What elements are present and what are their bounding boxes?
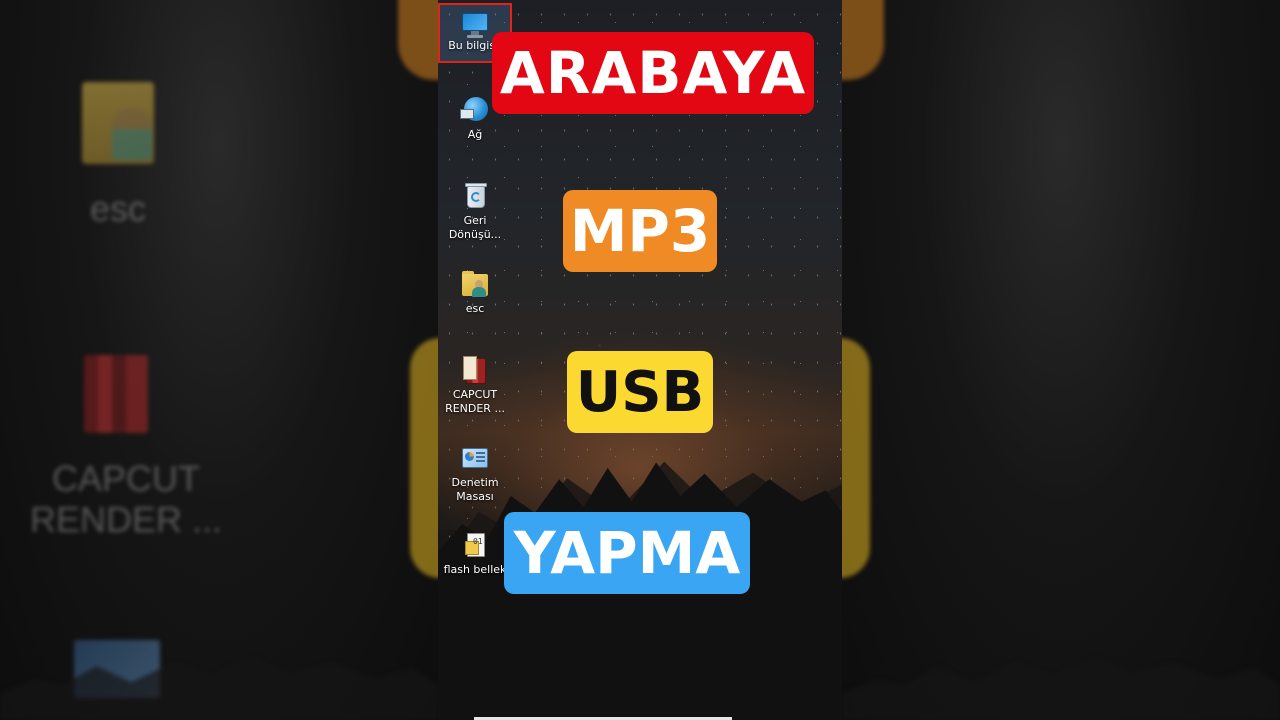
desktop-icon-label: flash bellek <box>443 563 507 576</box>
text-file-icon: 01 <box>459 529 491 561</box>
desktop-icon-label: Denetim Masası <box>451 476 499 504</box>
desktop-icon-esc[interactable]: esc <box>438 268 512 316</box>
desktop-icon-control-panel[interactable]: Denetim Masası <box>438 442 512 505</box>
blurred-yellow-shape <box>410 338 438 578</box>
blurred-orange-shape <box>398 0 438 80</box>
desktop-icon-label: Ağ <box>467 128 483 141</box>
network-icon <box>459 94 491 126</box>
blurred-mountain <box>842 657 1280 720</box>
desktop-icon-label: esc <box>465 302 485 315</box>
user-folder-icon <box>459 268 491 300</box>
blurred-archive-icon <box>84 355 148 433</box>
caption-arabaya: ARABAYA <box>492 32 814 114</box>
caption-mp3: MP3 <box>563 190 717 272</box>
desktop-icon-capcut-render[interactable]: CAPCUT RENDER ... <box>438 354 512 417</box>
desktop-icon-label: CAPCUT RENDER ... <box>445 388 505 416</box>
blurred-yellow-shape <box>842 338 870 578</box>
blurred-user-icon <box>112 108 152 160</box>
blurred-label-esc: esc <box>90 188 147 229</box>
caption-usb: USB <box>567 351 713 433</box>
control-panel-icon <box>459 442 491 474</box>
blurred-label-capcut: CAPCUT RENDER ... <box>30 458 223 541</box>
computer-icon <box>459 9 491 38</box>
desktop-icon-recycle-bin[interactable]: Geri Dönüşü... <box>438 180 512 243</box>
blurred-orange-shape <box>842 0 884 80</box>
desktop-icon-flash-bellek[interactable]: 01 flash bellek <box>438 529 512 577</box>
blurred-background-right <box>842 0 1280 720</box>
blurred-mountain <box>0 657 438 720</box>
winrar-archive-icon <box>459 354 491 386</box>
caption-yapma: YAPMA <box>504 512 750 594</box>
recycle-bin-icon <box>459 180 491 212</box>
desktop-icon-label: Geri Dönüşü... <box>448 214 502 242</box>
blurred-background-left: esc CAPCUT RENDER ... <box>0 0 438 720</box>
